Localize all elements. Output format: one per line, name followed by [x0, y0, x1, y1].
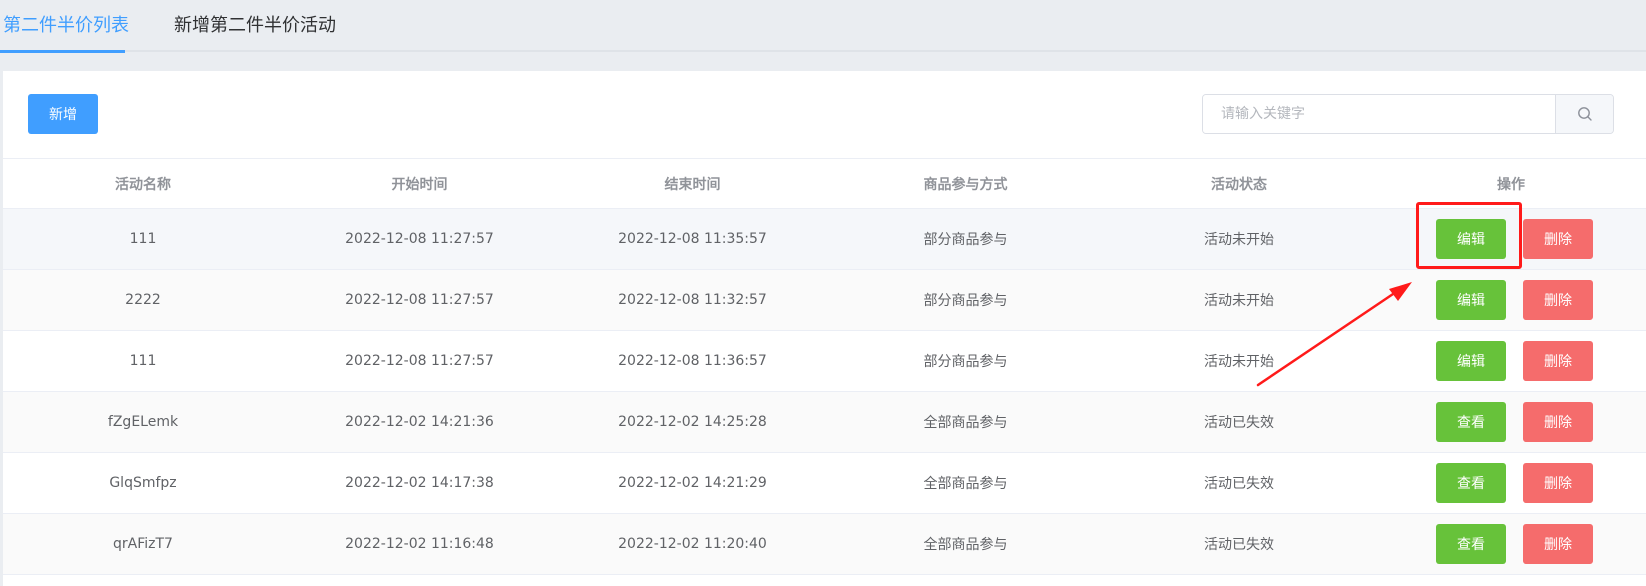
start-time: 2022-12-08 11:27:57 — [345, 231, 494, 247]
activity-status: 活动未开始 — [1204, 293, 1274, 309]
header-activity-name: 活动名称 — [115, 176, 171, 193]
header-activity-status: 活动状态 — [1211, 176, 1267, 193]
header-start-time: 开始时间 — [391, 176, 448, 193]
activity-name: 111 — [129, 353, 157, 369]
view-button[interactable]: 查看 — [1436, 463, 1506, 503]
activity-status: 活动未开始 — [1204, 354, 1274, 370]
end-time: 2022-12-02 11:20:40 — [618, 536, 767, 552]
start-time: 2022-12-02 11:16:48 — [345, 536, 494, 552]
header-end-time: 结束时间 — [664, 176, 721, 193]
tab-add-half-price-activity[interactable]: 新增第二件半价活动 — [174, 14, 336, 38]
search-box — [1202, 94, 1614, 134]
activity-name: fZgELemk — [107, 414, 179, 430]
activity-name: 111 — [129, 231, 157, 247]
activity-table: 活动名称 开始时间 结束时间 商品参与方式 活动状态 操作 111 2022-1… — [3, 158, 1646, 575]
edit-button[interactable]: 编辑 — [1436, 280, 1506, 320]
tab-half-price-list[interactable]: 第二件半价列表 — [3, 14, 129, 38]
header-participation-mode: 商品参与方式 — [923, 176, 1008, 193]
delete-button[interactable]: 删除 — [1523, 219, 1593, 259]
table-row: 111 2022-12-08 11:27:57 2022-12-08 11:35… — [3, 209, 1646, 270]
tab-bar: 第二件半价列表 新增第二件半价活动 — [0, 0, 1646, 53]
participation-mode: 全部商品参与 — [923, 476, 1008, 492]
delete-button[interactable]: 删除 — [1523, 280, 1593, 320]
start-time: 2022-12-02 14:21:36 — [345, 414, 494, 430]
participation-mode: 全部商品参与 — [923, 537, 1008, 553]
active-tab-indicator — [0, 50, 125, 53]
table-row: fZgELemk 2022-12-02 14:21:36 2022-12-02 … — [3, 392, 1646, 453]
participation-mode: 部分商品参与 — [923, 232, 1008, 248]
participation-mode: 全部商品参与 — [923, 415, 1008, 431]
end-time: 2022-12-08 11:36:57 — [618, 353, 767, 369]
activity-name: 2222 — [125, 292, 161, 308]
start-time: 2022-12-08 11:27:57 — [345, 292, 494, 308]
start-time: 2022-12-08 11:27:57 — [345, 353, 494, 369]
activity-name: qrAFizT7 — [113, 536, 173, 552]
table-row: GlqSmfpz 2022-12-02 14:17:38 2022-12-02 … — [3, 453, 1646, 514]
end-time: 2022-12-02 14:25:28 — [618, 414, 767, 430]
edit-button[interactable]: 编辑 — [1436, 341, 1506, 381]
start-time: 2022-12-02 14:17:38 — [345, 475, 494, 491]
table-row: qrAFizT7 2022-12-02 11:16:48 2022-12-02 … — [3, 514, 1646, 575]
delete-button[interactable]: 删除 — [1523, 463, 1593, 503]
delete-button[interactable]: 删除 — [1523, 524, 1593, 564]
table-header: 活动名称 开始时间 结束时间 商品参与方式 活动状态 操作 — [3, 159, 1646, 209]
search-input[interactable] — [1203, 95, 1555, 133]
activity-status: 活动未开始 — [1204, 232, 1274, 248]
view-button[interactable]: 查看 — [1436, 402, 1506, 442]
search-button[interactable] — [1555, 95, 1613, 133]
header-actions: 操作 — [1497, 176, 1525, 193]
activity-status: 活动已失效 — [1204, 537, 1274, 553]
end-time: 2022-12-08 11:35:57 — [618, 231, 767, 247]
table-row: 111 2022-12-08 11:27:57 2022-12-08 11:36… — [3, 331, 1646, 392]
edit-button[interactable]: 编辑 — [1436, 219, 1506, 259]
view-button[interactable]: 查看 — [1436, 524, 1506, 564]
table-row: 2222 2022-12-08 11:27:57 2022-12-08 11:3… — [3, 270, 1646, 331]
search-icon — [1577, 107, 1592, 121]
participation-mode: 部分商品参与 — [923, 293, 1008, 309]
participation-mode: 部分商品参与 — [923, 354, 1008, 370]
activity-status: 活动已失效 — [1204, 415, 1274, 431]
content-panel: 新增 活动名称 开始时间 结束时间 商品参与方式 活动状态 操作 111 202… — [3, 71, 1646, 586]
activity-name: GlqSmfpz — [109, 475, 177, 491]
delete-button[interactable]: 删除 — [1523, 341, 1593, 381]
add-button[interactable]: 新增 — [28, 94, 98, 134]
activity-status: 活动已失效 — [1204, 476, 1274, 492]
delete-button[interactable]: 删除 — [1523, 402, 1593, 442]
end-time: 2022-12-08 11:32:57 — [618, 292, 767, 308]
end-time: 2022-12-02 14:21:29 — [618, 475, 767, 491]
